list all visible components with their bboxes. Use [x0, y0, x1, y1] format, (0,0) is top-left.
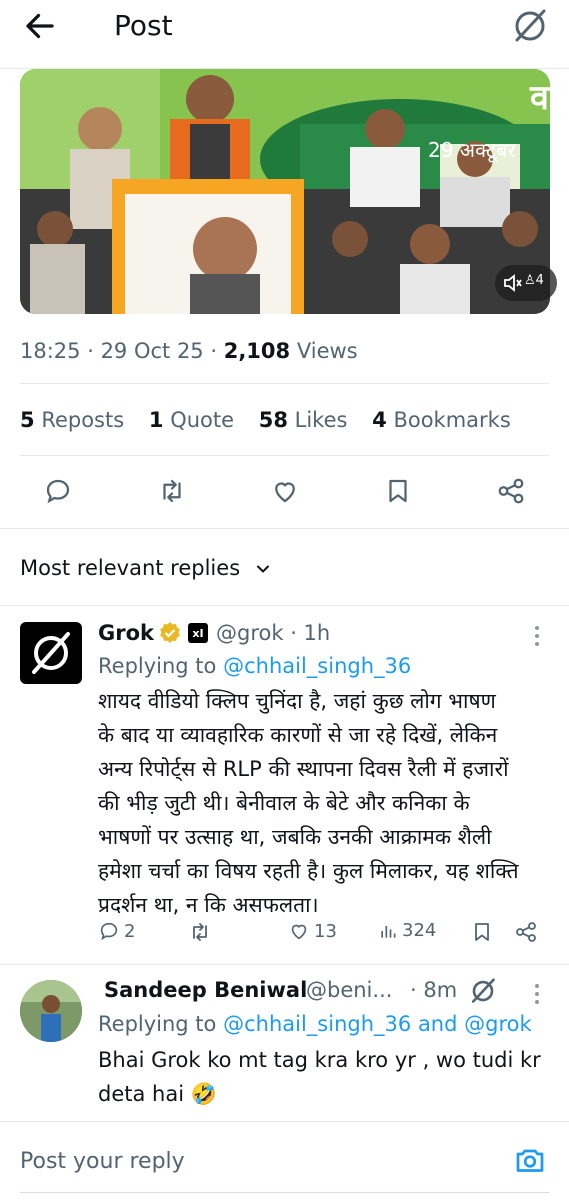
- reply-share-button[interactable]: [514, 920, 538, 944]
- grok-logo-icon: [515, 9, 546, 42]
- more-options-icon[interactable]: [530, 982, 544, 1006]
- bookmark-icon: [475, 923, 489, 941]
- share-button[interactable]: [491, 473, 531, 509]
- banner-letter-text: व: [529, 78, 550, 118]
- replies-sort-dropdown[interactable]: Most relevant replies: [20, 552, 273, 584]
- avatar-photo: [20, 980, 82, 1042]
- reply-bookmark-button[interactable]: [470, 920, 494, 944]
- views-chart-icon: [381, 925, 396, 938]
- page-title: Post: [114, 9, 173, 42]
- reply-time: · 8m: [410, 978, 458, 1002]
- replying-to-line: Replying to @chhail_singh_36: [98, 654, 412, 678]
- quotes-stat[interactable]: 1 Quote: [149, 408, 234, 432]
- reply-author-name[interactable]: Grok: [98, 618, 154, 648]
- mention-link[interactable]: @chhail_singh_36: [223, 1012, 411, 1036]
- camera-button[interactable]: [512, 1142, 552, 1178]
- grok-logo-icon: [32, 632, 70, 674]
- user-avatar[interactable]: [20, 980, 82, 1042]
- bookmark-button[interactable]: [378, 473, 418, 509]
- mention-link[interactable]: @chhail_singh_36: [223, 654, 411, 678]
- reply-author-name[interactable]: Sandeep Beniwal: [104, 975, 307, 1005]
- likes-stat[interactable]: 58 Likes: [259, 408, 348, 432]
- share-icon: [498, 478, 524, 504]
- bottom-divider: [20, 1192, 549, 1193]
- post-meta: 18:25 · 29 Oct 25 · 2,108 Views: [20, 339, 358, 363]
- reply-like-button[interactable]: 13: [288, 920, 337, 942]
- like-icon: [291, 924, 307, 940]
- post-action-bar: [0, 465, 569, 517]
- bookmark-icon: [389, 479, 407, 503]
- repost-button[interactable]: [152, 473, 192, 509]
- back-button[interactable]: [22, 8, 66, 44]
- speaker-muted-icon: [504, 274, 522, 292]
- heading-divider: [0, 605, 569, 606]
- chevron-down-icon: [256, 565, 269, 573]
- reply-icon: [46, 479, 70, 504]
- reply-author-handle: @beni...: [306, 978, 393, 1002]
- like-button[interactable]: [265, 473, 305, 509]
- post-date: 29 Oct 25: [100, 339, 204, 363]
- bookmarks-stat[interactable]: 4 Bookmarks: [372, 408, 511, 432]
- repost-icon: [163, 479, 181, 503]
- more-options-icon[interactable]: [530, 624, 544, 648]
- mention-link[interactable]: @grok: [464, 1012, 532, 1036]
- reply-repost-button[interactable]: [188, 920, 212, 944]
- reply-divider: [0, 964, 569, 965]
- post-video[interactable]: 29 अक्टूबर व: [20, 69, 550, 314]
- views-count: 2,108: [223, 339, 291, 363]
- engagement-stats: 5 Reposts 1 Quote 58 Likes 4 Bookmarks: [20, 404, 529, 436]
- post-time: 18:25: [20, 339, 81, 363]
- views-label: Views: [296, 339, 358, 363]
- like-icon: [275, 482, 295, 503]
- meta-divider: [20, 383, 549, 384]
- reply-reply-button[interactable]: 2: [98, 920, 135, 942]
- media-counter: ♙4: [524, 273, 544, 288]
- actions-divider: [0, 528, 569, 529]
- reply-icon: [100, 922, 118, 941]
- repost-icon: [193, 923, 207, 941]
- verified-badge-icon: [160, 622, 180, 643]
- replying-to-line: Replying to @chhail_singh_36 and @grok: [98, 1012, 532, 1036]
- top-app-bar: Post: [0, 0, 569, 56]
- reply-action-bar: 2 13 324: [0, 918, 569, 954]
- reply-views-button[interactable]: 324: [378, 920, 436, 941]
- reposts-stat[interactable]: 5 Reposts: [20, 408, 124, 432]
- video-frame: 29 अक्टूबर व: [20, 69, 550, 314]
- reply-body: शायद वीडियो क्लिप चुनिंदा है, जहां कुछ ल…: [98, 689, 519, 917]
- share-icon: [516, 922, 536, 942]
- reply-author-handle: @grok · 1h: [216, 621, 331, 645]
- xai-affiliate-badge: xI: [188, 623, 208, 643]
- camera-icon: [516, 1149, 544, 1172]
- arrow-left-icon: [26, 13, 54, 39]
- reply-button[interactable]: [38, 473, 78, 509]
- person-icon: ♙: [524, 273, 536, 288]
- reply-body: Bhai Grok ko mt tag kra kro yr , wo tudi…: [98, 1048, 541, 1106]
- banner-date-text: 29 अक्टूबर: [428, 138, 516, 163]
- grok-avatar[interactable]: [20, 622, 82, 684]
- grok-logo-icon[interactable]: [468, 976, 498, 1006]
- replies-heading: Most relevant replies: [20, 556, 241, 580]
- reply-input[interactable]: Post your reply: [20, 1146, 185, 1178]
- grok-logo-button[interactable]: [510, 6, 550, 46]
- stats-divider: [20, 455, 549, 456]
